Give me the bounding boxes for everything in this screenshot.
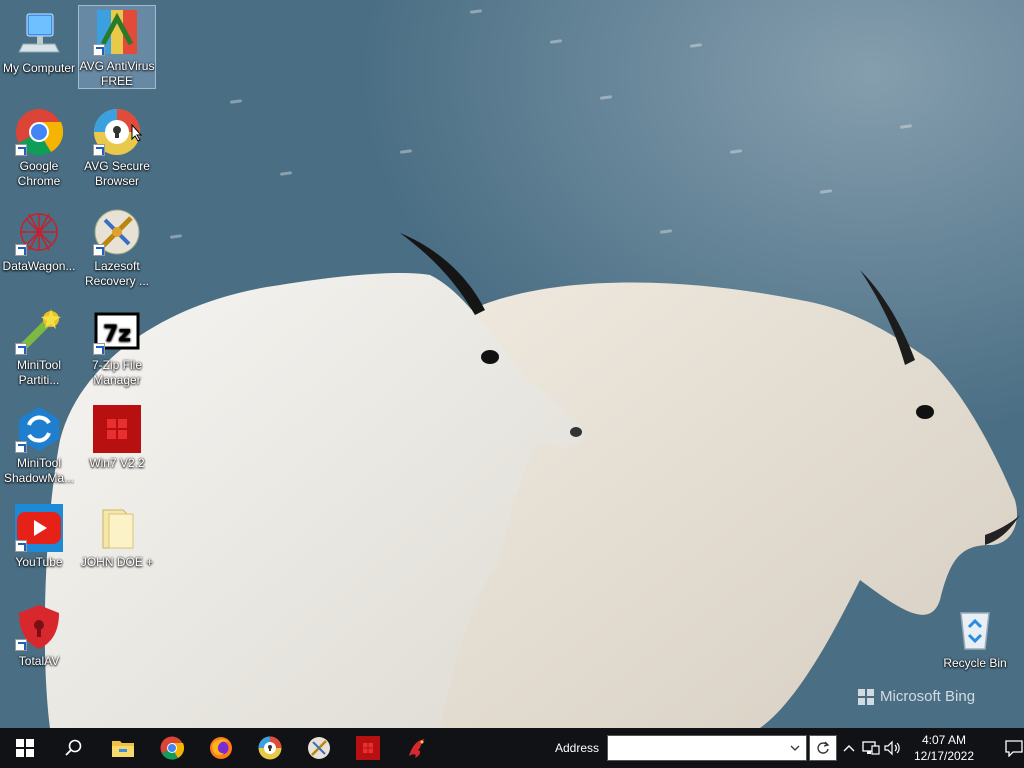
dragon-app-icon bbox=[408, 739, 425, 758]
taskbar-win7[interactable] bbox=[343, 728, 392, 768]
desktop-icon-minitool-partition[interactable]: MiniTool Partiti... bbox=[1, 305, 77, 388]
avg-antivirus-icon bbox=[93, 8, 141, 56]
desktop-icon-google-chrome[interactable]: Google Chrome bbox=[1, 106, 77, 189]
shortcut-arrow-icon bbox=[15, 639, 27, 651]
taskbar: Address 4:07 AM 12/17/2022 bbox=[0, 728, 1024, 768]
minitool-partition-icon bbox=[15, 307, 63, 355]
shortcut-arrow-icon bbox=[15, 144, 27, 156]
system-tray: 4:07 AM 12/17/2022 bbox=[838, 728, 1024, 768]
address-label: Address bbox=[555, 741, 600, 755]
win7-icon bbox=[355, 736, 380, 760]
address-toolbar: Address bbox=[555, 728, 838, 768]
taskbar-clock[interactable]: 4:07 AM 12/17/2022 bbox=[904, 732, 984, 764]
shortcut-arrow-icon bbox=[93, 144, 105, 156]
shortcut-arrow-icon bbox=[93, 44, 105, 56]
chrome-icon bbox=[15, 108, 64, 156]
desktop-icon-7zip[interactable]: 7z 7-Zip File Manager bbox=[79, 305, 155, 388]
taskbar-lazesoft[interactable] bbox=[294, 728, 343, 768]
taskbar-firefox[interactable] bbox=[196, 728, 245, 768]
desktop-icon-youtube[interactable]: YouTube bbox=[1, 502, 77, 570]
refresh-icon bbox=[817, 741, 830, 754]
mouse-cursor-icon bbox=[131, 124, 143, 142]
computer-icon bbox=[15, 10, 63, 58]
start-icon bbox=[15, 739, 34, 757]
network-button[interactable] bbox=[860, 728, 882, 768]
desktop-icon-minitool-shadowmaker[interactable]: MiniTool ShadowMa... bbox=[1, 403, 77, 486]
network-icon bbox=[862, 741, 880, 755]
youtube-icon bbox=[15, 504, 63, 552]
svg-text:7z: 7z bbox=[103, 322, 131, 347]
desktop-icon-win7[interactable]: Win7 V2.2 bbox=[79, 403, 155, 471]
desktop-icon-datawagon[interactable]: DataWagon... bbox=[1, 206, 77, 274]
desktop-icon-recycle-bin[interactable]: Recycle Bin bbox=[937, 603, 1013, 671]
windows-logo-icon bbox=[858, 688, 874, 705]
shortcut-arrow-icon bbox=[15, 343, 27, 355]
taskbar-file-explorer[interactable] bbox=[98, 728, 147, 768]
shortcut-arrow-icon bbox=[93, 343, 105, 355]
lazesoft-icon bbox=[93, 208, 141, 256]
desktop-icon-my-computer[interactable]: My Computer bbox=[1, 8, 77, 76]
search-button[interactable] bbox=[49, 728, 98, 768]
chevron-down-icon bbox=[790, 745, 800, 751]
desktop-icon-avg-antivirus[interactable]: AVG AntiVirus FREE bbox=[78, 5, 156, 89]
win7-icon bbox=[93, 405, 141, 453]
desktop-icon-totalav[interactable]: TotalAV bbox=[1, 601, 77, 669]
shortcut-arrow-icon bbox=[15, 244, 27, 256]
clock-time: 4:07 AM bbox=[921, 733, 967, 747]
bing-watermark: Microsoft Bing bbox=[858, 688, 975, 705]
address-box bbox=[607, 735, 808, 761]
bing-watermark-text: Microsoft Bing bbox=[880, 688, 976, 705]
action-center-button[interactable] bbox=[990, 728, 1024, 768]
chrome-icon bbox=[160, 736, 184, 760]
file-explorer-icon bbox=[111, 741, 134, 757]
search-icon bbox=[64, 739, 81, 756]
folder-icon bbox=[93, 504, 141, 552]
clock-date: 12/17/2022 bbox=[913, 749, 975, 763]
shortcut-arrow-icon bbox=[15, 441, 27, 453]
avg-secure-browser-icon bbox=[258, 736, 281, 760]
desktop-icon-lazesoft-recovery[interactable]: Lazesoft Recovery ... bbox=[79, 206, 155, 289]
desktop-icon-john-doe-folder[interactable]: JOHN DOE + bbox=[79, 502, 155, 570]
totalav-icon bbox=[15, 603, 63, 651]
address-dropdown-button[interactable] bbox=[784, 736, 806, 760]
volume-button[interactable] bbox=[882, 728, 904, 768]
start-button[interactable] bbox=[0, 728, 49, 768]
desktop-icon-avg-secure-browser[interactable]: AVG Secure Browser bbox=[79, 106, 155, 189]
lazesoft-icon bbox=[307, 737, 330, 759]
speaker-icon bbox=[884, 740, 900, 756]
taskbar-chrome[interactable] bbox=[147, 728, 196, 768]
firefox-icon bbox=[209, 737, 232, 759]
taskbar-avg-secure-browser[interactable] bbox=[245, 728, 294, 768]
address-input[interactable] bbox=[608, 737, 785, 759]
7zip-icon: 7z bbox=[93, 307, 141, 355]
notification-icon bbox=[1005, 740, 1023, 757]
shortcut-arrow-icon bbox=[93, 244, 105, 256]
datawagon-icon bbox=[15, 208, 63, 256]
taskbar-dragon-app[interactable] bbox=[392, 728, 441, 768]
chevron-up-icon bbox=[843, 745, 855, 752]
recycle-bin-icon bbox=[951, 605, 999, 653]
address-go-button[interactable] bbox=[809, 735, 838, 761]
show-hidden-icons-button[interactable] bbox=[838, 728, 860, 768]
minitool-shadowmaker-icon bbox=[15, 405, 63, 453]
shortcut-arrow-icon bbox=[15, 540, 27, 552]
